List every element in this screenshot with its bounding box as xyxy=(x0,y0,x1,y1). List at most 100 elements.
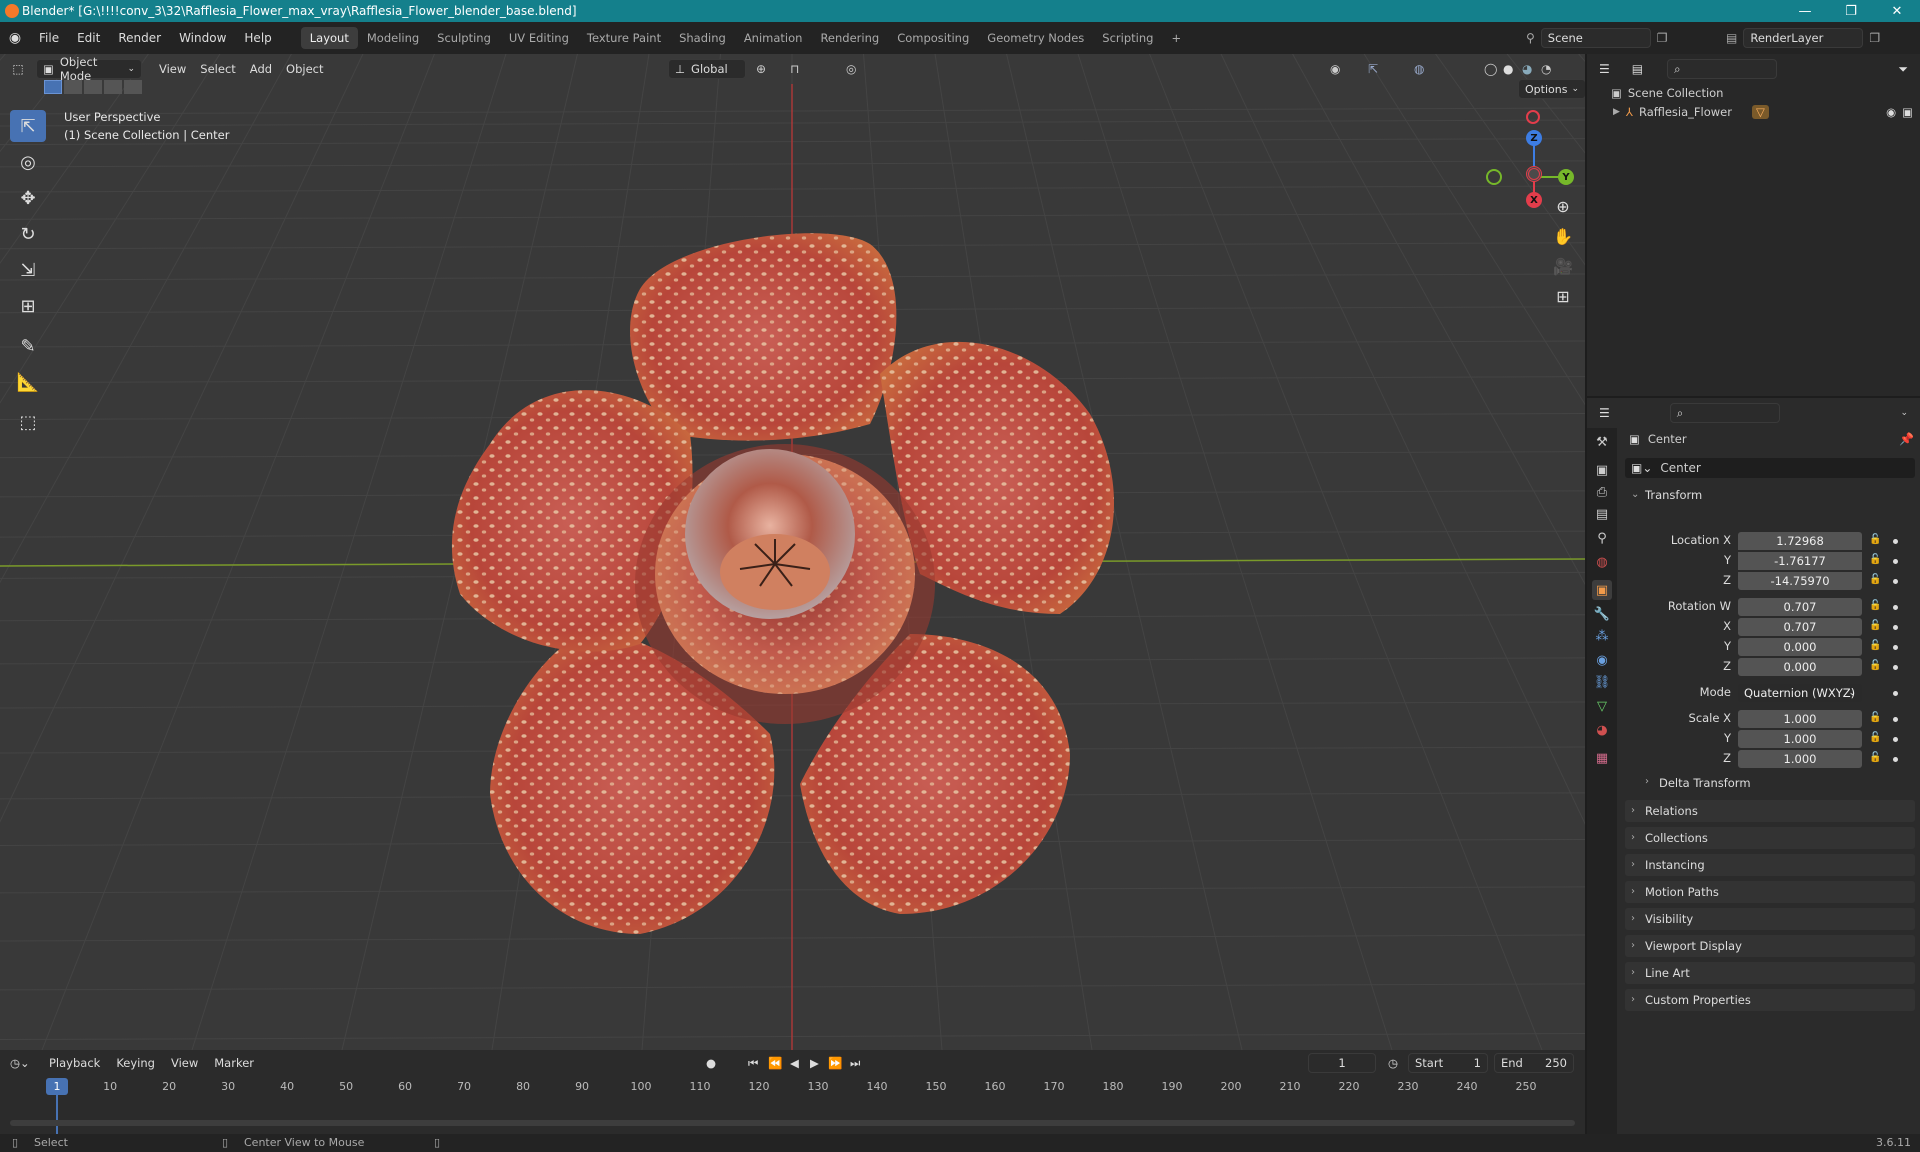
lock-icon[interactable]: 🔓 xyxy=(1869,640,1881,651)
lock-icon[interactable]: 🔓 xyxy=(1869,534,1881,545)
select-subtract-icon[interactable] xyxy=(84,80,102,94)
timeline-scrollbar[interactable] xyxy=(10,1120,1575,1126)
eye-visibility-icon[interactable]: ◉ xyxy=(1886,105,1896,119)
lock-icon[interactable]: 🔓 xyxy=(1869,660,1881,671)
viewport-display-panel-header[interactable]: › Viewport Display xyxy=(1625,935,1915,957)
tab-compositing[interactable]: Compositing xyxy=(888,27,978,49)
lock-icon[interactable]: 🔓 xyxy=(1869,732,1881,743)
tab-scripting[interactable]: Scripting xyxy=(1093,27,1162,49)
material-shading-icon[interactable]: ◕ xyxy=(1522,62,1532,76)
tab-layout[interactable]: Layout xyxy=(300,27,358,49)
rotation-w-field[interactable]: 0.707 xyxy=(1738,598,1862,616)
menu-marker[interactable]: Marker xyxy=(207,1056,261,1070)
snap-icon[interactable]: ⊓ xyxy=(790,62,799,76)
move-tool[interactable]: ✥ xyxy=(10,182,46,214)
outliner-search-input[interactable]: ⌕ xyxy=(1667,59,1778,79)
view-layer-selector[interactable]: RenderLayer xyxy=(1743,28,1864,48)
rotation-z-field[interactable]: 0.000 xyxy=(1738,658,1862,676)
scale-x-field[interactable]: 1.000 xyxy=(1738,710,1862,728)
lock-icon[interactable]: 🔓 xyxy=(1869,574,1881,585)
scale-y-field[interactable]: 1.000 xyxy=(1738,730,1862,748)
location-z-field[interactable]: -14.75970 xyxy=(1738,572,1862,590)
menu-timeline-view[interactable]: View xyxy=(164,1056,205,1070)
menu-playback[interactable]: Playback xyxy=(42,1056,107,1070)
prev-keyframe-icon[interactable]: ⏪ xyxy=(768,1056,782,1070)
scale-z-field[interactable]: 1.000 xyxy=(1738,750,1862,768)
tab-animation[interactable]: Animation xyxy=(735,27,812,49)
scale-tool[interactable]: ⇲ xyxy=(10,254,46,286)
properties-search-input[interactable]: ⌕ xyxy=(1669,403,1780,423)
gizmo-y-icon[interactable]: Y xyxy=(1558,169,1574,185)
location-x-field[interactable]: 1.72968 xyxy=(1738,532,1862,550)
constraints-tab-icon[interactable]: ⛓ xyxy=(1592,672,1612,692)
view-layer-icon[interactable]: ▤ xyxy=(1726,31,1737,45)
gizmo-neg-y-icon[interactable] xyxy=(1486,169,1502,185)
select-box-tool[interactable]: ⇱ xyxy=(10,110,46,142)
menu-view[interactable]: View xyxy=(152,62,193,76)
gizmo-x-icon[interactable]: X xyxy=(1526,192,1542,208)
minimize-button[interactable]: — xyxy=(1782,0,1828,22)
overlay-icon[interactable]: ◍ xyxy=(1414,62,1424,76)
current-frame-field[interactable]: 1 xyxy=(1308,1053,1376,1073)
end-frame-field[interactable]: End 250 xyxy=(1494,1053,1574,1073)
3d-viewport[interactable]: ⬚ ▣ Object Mode ⌄ View Select Add Object… xyxy=(0,54,1585,1050)
blender-menu-icon[interactable]: ◉ xyxy=(0,30,30,46)
transform-tool[interactable]: ⊞ xyxy=(10,290,46,322)
lock-icon[interactable]: 🔓 xyxy=(1869,712,1881,723)
delta-transform-header[interactable]: › Delta Transform xyxy=(1639,776,1751,790)
world-tab-icon[interactable]: ◍ xyxy=(1592,552,1612,572)
select-invert-icon[interactable] xyxy=(104,80,122,94)
editor-type-icon[interactable]: ⬚ xyxy=(0,62,36,76)
keyframe-dot-icon[interactable] xyxy=(1893,737,1898,742)
rotate-tool[interactable]: ↻ xyxy=(10,218,46,250)
menu-help[interactable]: Help xyxy=(235,27,280,49)
outliner-row[interactable]: ▶ ⅄ Rafflesia_Flower ▽ ◉ ▣ xyxy=(1613,102,1913,122)
add-cube-tool[interactable]: ⬚ xyxy=(10,406,46,438)
outliner-editor-icon[interactable]: ☰ xyxy=(1599,62,1610,76)
data-tab-icon[interactable]: ▽ xyxy=(1592,696,1612,716)
motion-paths-panel-header[interactable]: › Motion Paths xyxy=(1625,881,1915,903)
filter-icon[interactable]: ⏷ xyxy=(1898,62,1908,77)
tab-uv-editing[interactable]: UV Editing xyxy=(500,27,578,49)
collections-panel-header[interactable]: › Collections xyxy=(1625,827,1915,849)
select-extend-icon[interactable] xyxy=(64,80,82,94)
location-y-field[interactable]: -1.76177 xyxy=(1738,552,1862,570)
menu-render[interactable]: Render xyxy=(109,27,170,49)
keyframe-dot-icon[interactable] xyxy=(1893,605,1898,610)
material-tab-icon[interactable]: ◕ xyxy=(1592,720,1612,740)
scene-tab-icon[interactable]: ⚲ xyxy=(1592,528,1612,548)
relations-panel-header[interactable]: › Relations xyxy=(1625,800,1915,822)
physics-tab-icon[interactable]: ◉ xyxy=(1592,650,1612,670)
line-art-panel-header[interactable]: › Line Art xyxy=(1625,962,1915,984)
frame-ruler[interactable]: 10 20 30 40 50 60 70 80 90 100 110 120 130 140 150 160 1… xyxy=(0,1078,1585,1098)
visibility-panel-header[interactable]: › Visibility xyxy=(1625,908,1915,930)
pan-hand-icon[interactable]: ✋ xyxy=(1549,222,1577,250)
select-intersect-icon[interactable] xyxy=(124,80,142,94)
scene-icon[interactable]: ⚲ xyxy=(1526,31,1535,45)
menu-edit[interactable]: Edit xyxy=(68,27,109,49)
menu-add[interactable]: Add xyxy=(243,62,279,76)
output-tab-icon[interactable]: ⎙ xyxy=(1592,482,1612,502)
menu-window[interactable]: Window xyxy=(170,27,235,49)
record-icon[interactable]: ● xyxy=(706,1056,716,1070)
keyframe-dot-icon[interactable] xyxy=(1893,559,1898,564)
gizmo-neg-z-icon[interactable] xyxy=(1526,110,1540,124)
tab-sculpting[interactable]: Sculpting xyxy=(428,27,500,49)
timeline-editor-icon[interactable]: ◷⌄ xyxy=(10,1056,40,1070)
lock-icon[interactable]: 🔓 xyxy=(1869,600,1881,611)
jump-end-icon[interactable]: ⏭ xyxy=(850,1056,860,1071)
texture-tab-icon[interactable]: ▦ xyxy=(1592,748,1612,768)
instancing-panel-header[interactable]: › Instancing xyxy=(1625,854,1915,876)
tab-geometry-nodes[interactable]: Geometry Nodes xyxy=(978,27,1093,49)
keyframe-dot-icon[interactable] xyxy=(1893,645,1898,650)
annotate-tool[interactable]: ✎ xyxy=(10,330,46,362)
keyframe-dot-icon[interactable] xyxy=(1893,625,1898,630)
keyframe-dot-icon[interactable] xyxy=(1893,757,1898,762)
select-new-icon[interactable] xyxy=(44,80,62,94)
object-tab-icon[interactable]: ▣ xyxy=(1592,580,1612,600)
jump-start-icon[interactable]: ⏮ xyxy=(748,1056,758,1071)
visibility-icon[interactable]: ◉ xyxy=(1330,62,1340,76)
preview-range-icon[interactable]: ◷ xyxy=(1388,1056,1398,1070)
render-tab-icon[interactable]: ▣ xyxy=(1592,460,1612,480)
pin-icon[interactable]: 📌 xyxy=(1899,432,1914,446)
